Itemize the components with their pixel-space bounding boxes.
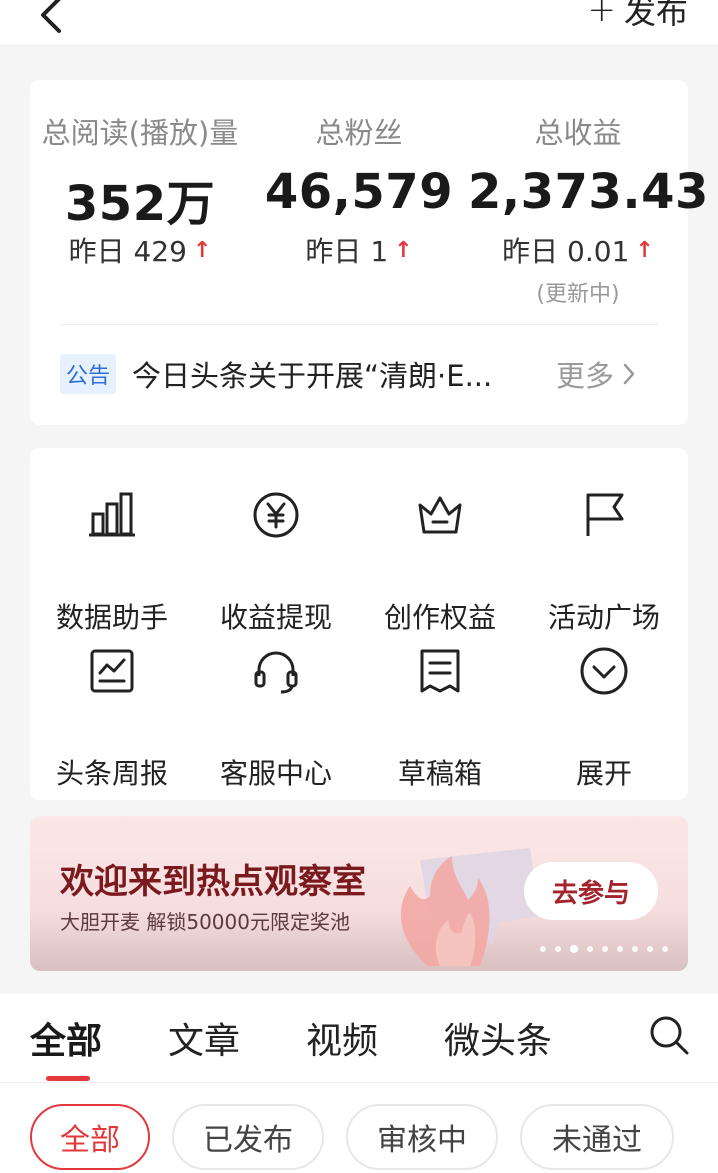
stat-label: 总阅读(播放)量 xyxy=(41,116,239,150)
chevron-right-icon xyxy=(623,363,635,385)
stat-delta-text: 昨日 1 xyxy=(305,235,389,268)
report-chart-icon xyxy=(90,649,134,693)
tab-articles[interactable]: 文章 xyxy=(168,1012,240,1064)
carousel-dot[interactable] xyxy=(662,946,668,952)
up-arrow-icon: ↑ xyxy=(192,237,212,263)
publish-button[interactable]: + 发布 xyxy=(587,0,688,34)
search-icon[interactable] xyxy=(648,1014,690,1056)
publish-label: 发布 xyxy=(623,0,688,31)
crown-icon xyxy=(418,496,462,534)
flag-icon xyxy=(586,493,624,536)
top-bar: + 发布 xyxy=(0,0,718,46)
carousel-dot[interactable] xyxy=(602,946,608,952)
chevron-left-icon xyxy=(41,0,61,33)
stat-delta: 昨日 429 ↑ xyxy=(30,230,250,270)
tool-label: 创作权益 xyxy=(383,601,496,634)
tool-label: 活动广场 xyxy=(547,601,660,634)
bar-chart-icon xyxy=(89,492,135,537)
tool-label: 客服中心 xyxy=(219,757,332,790)
tool-expand[interactable]: 展开 xyxy=(522,646,686,790)
banner-subtitle: 大胆开麦 解锁50000元限定奖池 xyxy=(60,910,350,934)
up-arrow-icon: ↑ xyxy=(635,237,654,263)
stat-delta: 昨日 0.01 ↑ xyxy=(468,230,688,270)
carousel-dots xyxy=(540,945,668,953)
content-tabs-area: 全部 文章 视频 微头条 全部 已发布 审核中 未通过 xyxy=(0,994,718,1173)
banner-title: 欢迎来到热点观察室 xyxy=(60,862,366,902)
carousel-dot-active[interactable] xyxy=(570,945,578,953)
carousel-dot[interactable] xyxy=(632,946,638,952)
plus-icon: + xyxy=(587,0,616,30)
carousel-dot[interactable] xyxy=(617,946,623,952)
stat-value: 46,579 xyxy=(264,164,454,220)
tool-data-assistant[interactable]: 数据助手 xyxy=(30,490,194,634)
tool-customer-service[interactable]: 客服中心 xyxy=(194,646,358,790)
notice-text[interactable]: 今日头条关于开展“清朗·E... xyxy=(132,353,532,395)
tool-drafts[interactable]: 草稿箱 xyxy=(358,646,522,790)
stat-label: 总粉丝 xyxy=(315,116,403,150)
stat-label: 总收益 xyxy=(534,116,622,150)
notice-badge: 公告 xyxy=(60,354,117,394)
join-button[interactable]: 去参与 xyxy=(524,862,658,920)
filter-rejected[interactable]: 未通过 xyxy=(520,1104,674,1170)
tool-income-withdraw[interactable]: 收益提现 xyxy=(194,490,358,634)
tab-micro-posts[interactable]: 微头条 xyxy=(444,1012,552,1064)
headset-icon xyxy=(254,651,298,694)
stats-card: 总阅读(播放)量 352万 昨日 429 ↑ 总粉丝 46,579 昨日 1 ↑… xyxy=(30,80,709,425)
tab-all[interactable]: 全部 xyxy=(30,1012,102,1064)
promo-banner[interactable]: 欢迎来到热点观察室 大胆开麦 解锁50000元限定奖池 去参与 xyxy=(30,816,688,971)
tab-videos[interactable]: 视频 xyxy=(306,1012,378,1064)
filter-published[interactable]: 已发布 xyxy=(172,1104,324,1170)
tool-weekly-report[interactable]: 头条周报 xyxy=(30,646,194,790)
expand-down-icon xyxy=(580,647,628,695)
stat-value: 352万 xyxy=(64,176,216,232)
notice-bar[interactable]: 公告 今日头条关于开展“清朗·E... 更多 xyxy=(60,350,658,398)
back-button[interactable] xyxy=(30,0,70,40)
up-arrow-icon: ↑ xyxy=(394,237,413,263)
stat-delta: 昨日 1 ↑ xyxy=(249,230,469,270)
carousel-dot[interactable] xyxy=(647,946,653,952)
tool-label: 草稿箱 xyxy=(397,757,482,790)
stat-value: 2,373.43 xyxy=(468,164,709,220)
tool-label: 头条周报 xyxy=(55,757,168,790)
divider xyxy=(60,324,658,325)
carousel-dot[interactable] xyxy=(555,946,561,952)
active-tab-indicator xyxy=(46,1076,90,1081)
tool-label: 展开 xyxy=(575,757,632,790)
notice-more-link[interactable]: 更多 xyxy=(556,353,636,395)
filter-under-review[interactable]: 审核中 xyxy=(346,1104,498,1170)
tool-creator-rights[interactable]: 创作权益 xyxy=(358,490,522,634)
draft-icon xyxy=(420,649,460,693)
tool-label: 收益提现 xyxy=(219,601,332,634)
divider xyxy=(0,1082,718,1083)
notice-more-label: 更多 xyxy=(556,359,615,393)
carousel-dot[interactable] xyxy=(587,946,593,952)
tools-grid: 数据助手 收益提现 创作权益 活动广场 头条周报 客服中心 草稿箱 展开 xyxy=(30,448,688,800)
filter-all[interactable]: 全部 xyxy=(30,1104,150,1170)
stat-note: (更新中) xyxy=(536,282,620,307)
yen-coin-icon xyxy=(253,492,299,538)
stat-delta-text: 昨日 429 xyxy=(68,235,187,268)
tool-activity-square[interactable]: 活动广场 xyxy=(522,490,686,634)
stat-delta-text: 昨日 0.01 xyxy=(502,235,630,268)
tool-label: 数据助手 xyxy=(55,601,168,634)
carousel-dot[interactable] xyxy=(540,946,546,952)
